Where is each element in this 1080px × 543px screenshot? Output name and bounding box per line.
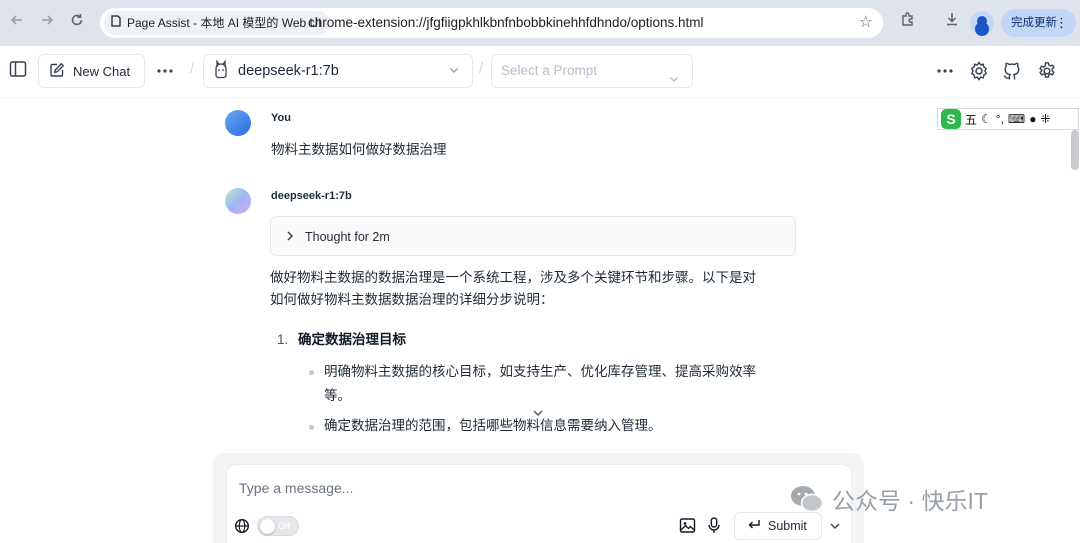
ime-punctuation[interactable]: °,	[996, 112, 1004, 126]
edit-icon	[49, 62, 65, 81]
address-bar[interactable]: Page Assist - 本地 AI 模型的 Web UI chrome-ex…	[100, 8, 883, 38]
prompt-select[interactable]: Select a Prompt	[491, 54, 693, 88]
submit-label: Submit	[768, 519, 807, 533]
chevron-down-icon	[668, 65, 682, 82]
assistant-avatar	[225, 188, 251, 214]
scroll-down-chevron-icon[interactable]	[532, 405, 546, 417]
site-info-chip[interactable]: Page Assist - 本地 AI 模型的 Web UI	[104, 11, 330, 35]
brain-settings-icon[interactable]	[967, 59, 991, 83]
assistant-intro-line2: 如何做好物料主数据数据治理的详细分步说明：	[270, 292, 554, 307]
list-heading: 确定数据治理目标	[298, 332, 406, 347]
toggle-knob	[260, 519, 275, 534]
separator: /	[190, 60, 195, 77]
update-button[interactable]: 完成更新 ⋮	[1001, 9, 1076, 37]
sogou-logo: S	[941, 109, 961, 129]
watermark: 公众号 · 快乐IT	[790, 482, 988, 516]
web-search-toggle[interactable]: Off	[257, 516, 299, 536]
keyboard-icon[interactable]: ⌨	[1008, 112, 1025, 126]
user-sender-name: You	[271, 112, 291, 124]
user-icon[interactable]: ●	[1029, 112, 1036, 126]
more-options-icon[interactable]	[153, 59, 177, 83]
submit-button[interactable]: Submit	[734, 512, 822, 540]
microphone-icon[interactable]	[707, 517, 721, 539]
bullet-text-line2: 等。	[324, 388, 351, 403]
bookmark-star-icon[interactable]: ☆	[859, 14, 873, 32]
globe-icon[interactable]	[234, 518, 250, 539]
app-header: New Chat / deepseek-r1:7b / Select a Pro…	[0, 46, 1080, 98]
separator: /	[479, 60, 484, 77]
message-input[interactable]	[239, 477, 799, 499]
toggle-label: Off	[278, 521, 290, 531]
reload-icon[interactable]	[66, 12, 88, 34]
grid-icon[interactable]: ⁜	[1041, 112, 1051, 126]
model-select[interactable]: deepseek-r1:7b	[203, 54, 473, 88]
update-label: 完成更新	[1011, 17, 1057, 29]
github-icon[interactable]	[1000, 59, 1024, 83]
extension-page-icon	[110, 11, 122, 35]
profile-avatar[interactable]	[970, 11, 994, 35]
user-message: 物料主数据如何做好数据治理	[271, 142, 447, 157]
chevron-right-icon	[285, 229, 297, 243]
back-icon[interactable]	[6, 12, 28, 34]
chevron-down-icon	[448, 64, 462, 78]
enter-icon	[747, 519, 761, 534]
ime-mode[interactable]: 五	[965, 111, 977, 128]
more-menu-icon: ⋮	[1055, 15, 1068, 30]
user-avatar	[225, 110, 251, 136]
settings-gear-icon[interactable]	[1035, 59, 1059, 83]
tab-title: Page Assist - 本地 AI 模型的 Web UI	[127, 16, 322, 30]
ime-toolbar[interactable]: S 五 ☾ °, ⌨ ● ⁜	[937, 108, 1079, 130]
bullet-text-line1: 确定数据治理的范围，包括哪些物料信息需要纳入管理。	[324, 418, 662, 433]
download-icon[interactable]	[940, 11, 964, 35]
url-text[interactable]: chrome-extension://jfgfiigpkhlkbnfnbobbk…	[308, 8, 704, 38]
wechat-logo-icon	[790, 484, 824, 514]
bullet-dot	[309, 425, 314, 430]
llama-icon	[212, 59, 230, 83]
forward-icon[interactable]	[36, 12, 58, 34]
browser-toolbar: Page Assist - 本地 AI 模型的 Web UI chrome-ex…	[0, 0, 1080, 46]
new-chat-label: New Chat	[73, 63, 131, 79]
bullet-text-line1: 明确物料主数据的核心目标，如支持生产、优化库存管理、提高采购效率	[324, 364, 756, 379]
thought-collapse[interactable]: Thought for 2m	[270, 216, 796, 256]
more-options-icon[interactable]	[933, 59, 957, 83]
assistant-sender-name: deepseek-r1:7b	[271, 190, 352, 202]
extensions-icon[interactable]	[896, 11, 920, 35]
submit-options-chevron-icon[interactable]	[823, 512, 847, 540]
image-upload-icon[interactable]	[679, 517, 696, 539]
list-number: 1.	[277, 332, 289, 347]
prompt-placeholder: Select a Prompt	[501, 63, 598, 78]
composer: Off Submit	[226, 464, 852, 543]
sidebar-toggle-icon[interactable]	[6, 57, 30, 81]
new-chat-button[interactable]: New Chat	[38, 54, 146, 88]
scrollbar[interactable]	[1071, 130, 1079, 170]
assistant-intro-line1: 做好物料主数据的数据治理是一个系统工程，涉及多个关键环节和步骤。以下是对	[270, 270, 756, 285]
thought-label: Thought for 2m	[305, 230, 390, 244]
moon-icon[interactable]: ☾	[981, 112, 992, 126]
selected-model: deepseek-r1:7b	[238, 63, 339, 79]
watermark-text: 公众号 · 快乐IT	[832, 488, 988, 514]
bullet-dot	[309, 370, 314, 375]
